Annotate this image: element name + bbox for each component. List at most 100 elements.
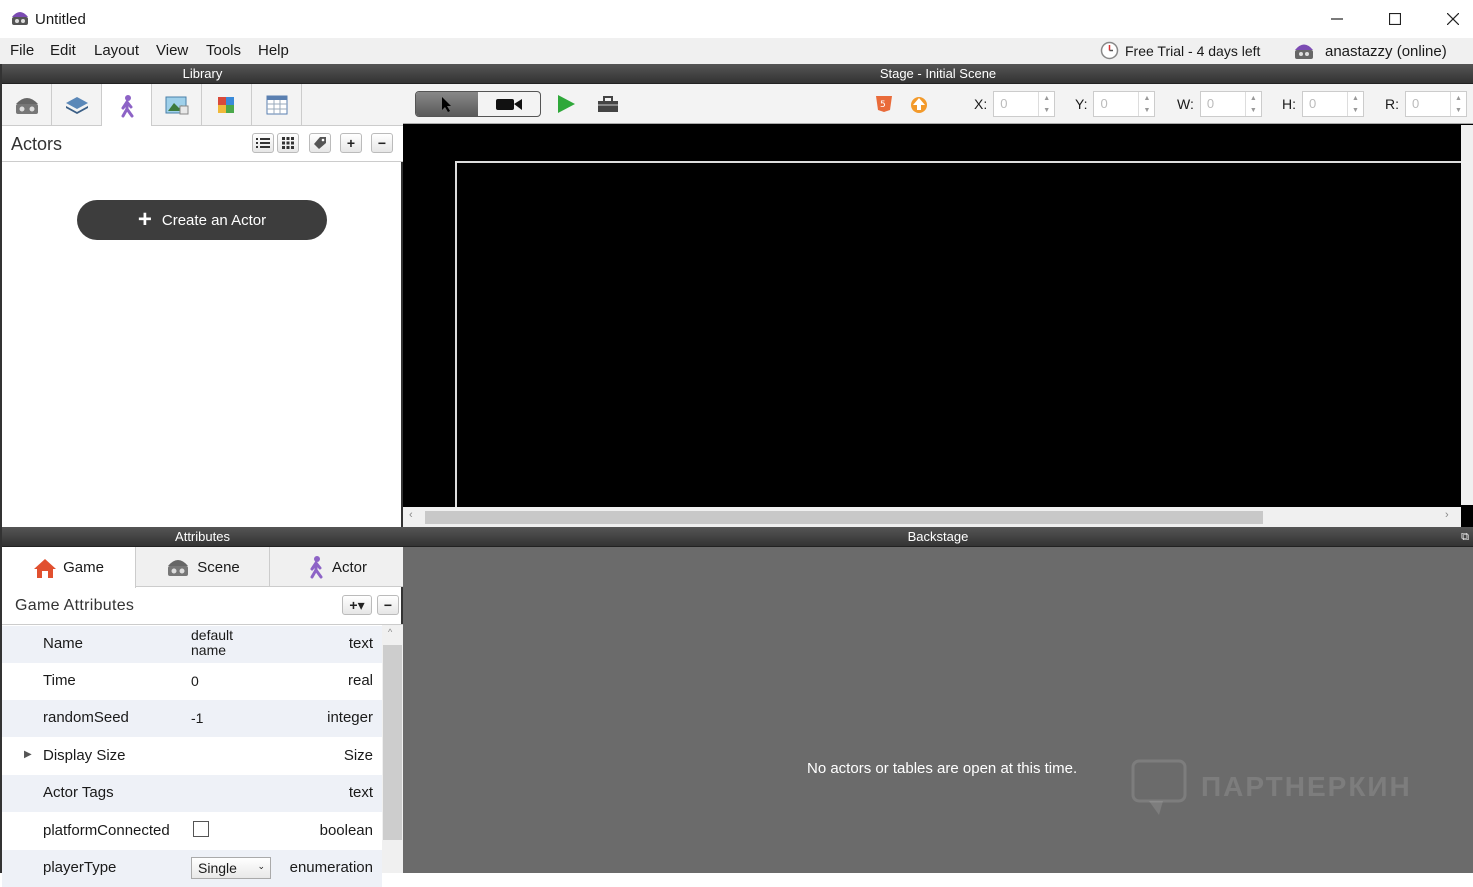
stage-scroll-thumb[interactable] [425, 511, 1263, 524]
maximize-button[interactable] [1366, 0, 1424, 38]
stage-header: Stage - Initial Scene [403, 64, 1473, 84]
play-icon [558, 95, 575, 113]
maximize-icon [1389, 13, 1401, 25]
w-field-group: W: 0 ▲ ▼ [1177, 91, 1262, 117]
scene-icon [168, 560, 189, 576]
attributes-scroll-thumb[interactable] [383, 645, 402, 840]
stage-vertical-scrollbar[interactable] [1461, 125, 1473, 505]
r-spinner[interactable]: ▲ ▼ [1450, 92, 1466, 116]
trial-status[interactable]: Free Trial - 4 days left [1100, 41, 1260, 60]
minus-icon: − [383, 597, 393, 613]
camera-mode-button[interactable] [478, 92, 540, 116]
h-field-group: H: 0 ▲ ▼ [1282, 91, 1364, 117]
menu-edit[interactable]: Edit [50, 42, 76, 59]
game-attributes-title: Game Attributes [15, 597, 135, 614]
minimize-button[interactable] [1308, 0, 1366, 38]
scene-tab-icon [15, 98, 38, 114]
tab-actor-label: Actor [331, 558, 367, 576]
tab-game[interactable]: Game [2, 547, 136, 588]
remove-actor-button[interactable]: − [371, 133, 393, 153]
grid-view-icon [282, 137, 294, 149]
library-tabs [2, 84, 403, 127]
y-label: Y: [1075, 96, 1088, 112]
test-device-button[interactable] [596, 94, 620, 117]
play-button[interactable] [555, 93, 577, 118]
h-spinner[interactable]: ▲ ▼ [1347, 92, 1363, 116]
watermark-logo-icon [1131, 759, 1187, 815]
actor-tab-icon [121, 94, 133, 117]
minus-icon: − [377, 135, 387, 151]
tileset-tab-icon [217, 97, 234, 113]
minimize-icon [1331, 18, 1343, 20]
platform-connected-checkbox[interactable] [193, 821, 209, 837]
tab-tilesets[interactable] [202, 84, 252, 126]
user-status[interactable]: anastazzy (online) [1293, 41, 1447, 61]
remove-attribute-button[interactable]: − [377, 595, 399, 615]
scroll-right-icon[interactable]: › [1445, 509, 1449, 521]
window-title: Untitled [35, 11, 86, 28]
list-view-button[interactable] [252, 133, 274, 153]
select-mode-button[interactable] [416, 92, 478, 116]
actors-title: Actors [11, 134, 63, 154]
tab-game-label: Game [63, 559, 104, 576]
trial-text: Free Trial - 4 days left [1125, 42, 1261, 59]
tab-scenes[interactable] [2, 84, 52, 126]
toolbox-icon [598, 96, 618, 112]
add-actor-button[interactable]: + [340, 133, 362, 153]
scroll-left-icon[interactable]: ‹ [409, 509, 413, 521]
attribute-row[interactable]: platformConnected boolean [2, 813, 382, 850]
cursor-arrow-icon [442, 97, 451, 112]
y-spinner[interactable]: ▲ ▼ [1138, 92, 1154, 116]
menu-view[interactable]: View [156, 42, 188, 59]
tab-scene[interactable]: Scene [136, 547, 270, 587]
w-input[interactable]: 0 ▲ ▼ [1199, 91, 1262, 117]
grid-view-button[interactable] [277, 133, 299, 153]
tab-actor[interactable]: Actor [270, 547, 404, 587]
title-bar: Untitled [0, 0, 1473, 38]
scene-canvas[interactable] [455, 161, 1463, 507]
create-actor-label: Create an Actor [161, 211, 267, 229]
h-input[interactable]: 0 ▲ ▼ [1302, 91, 1364, 117]
stage-panel: Stage - Initial Scene 5 X: 0 ▲ ▼ Y: 0 ▲ … [403, 64, 1473, 527]
y-input[interactable]: 0 ▲ ▼ [1093, 91, 1156, 117]
r-input[interactable]: 0 ▲ ▼ [1405, 91, 1467, 117]
library-panel: Library Actors + − + Create an Actor [0, 64, 403, 527]
attribute-row[interactable]: playerType Single ⌄ enumeration [2, 850, 382, 887]
scroll-up-icon[interactable]: ^ [388, 627, 392, 637]
stage-horizontal-scrollbar[interactable]: ‹ › [403, 507, 1461, 527]
menu-layout[interactable]: Layout [94, 42, 139, 59]
menu-file[interactable]: File [10, 42, 34, 59]
plus-icon: + [346, 135, 356, 151]
expand-arrow-icon[interactable]: ▶ [24, 749, 32, 760]
create-actor-button[interactable]: + Create an Actor [77, 200, 327, 240]
tag-button[interactable] [309, 133, 331, 153]
tab-images[interactable] [152, 84, 202, 126]
attribute-row[interactable]: Time 0 real [2, 663, 382, 700]
x-input[interactable]: 0 ▲ ▼ [993, 91, 1056, 117]
x-spinner[interactable]: ▲ ▼ [1038, 92, 1054, 116]
backstage-header: Backstage ⧉ [403, 527, 1473, 547]
home-icon [34, 558, 57, 578]
chevron-down-icon: ⌄ [257, 861, 265, 871]
tab-actors[interactable] [102, 84, 152, 127]
close-button[interactable] [1424, 0, 1473, 38]
menu-help[interactable]: Help [258, 42, 289, 59]
player-type-select[interactable]: Single ⌄ [191, 857, 271, 879]
attribute-row[interactable]: ▶ Display Size Size [2, 738, 382, 775]
publish-button[interactable] [908, 94, 930, 117]
w-spinner[interactable]: ▲ ▼ [1244, 92, 1261, 116]
attribute-row[interactable]: Actor Tags text [2, 775, 382, 812]
attribute-row[interactable]: randomSeed -1 integer [2, 700, 382, 737]
add-attribute-button[interactable]: +▾ [342, 595, 372, 615]
attributes-scrollbar[interactable]: ^ [382, 625, 403, 873]
tab-layers[interactable] [52, 84, 102, 126]
game-attributes-toolbar: Game Attributes +▾ − [2, 587, 403, 625]
html5-button[interactable]: 5 [873, 94, 895, 117]
attribute-row[interactable]: Name default name text [2, 626, 382, 663]
html5-icon: 5 [876, 96, 892, 112]
watermark: ПАРТНЕРКИН [1131, 757, 1412, 817]
restore-panel-icon[interactable]: ⧉ [1461, 527, 1469, 547]
list-view-icon [256, 138, 270, 148]
tab-tables[interactable] [252, 84, 302, 126]
menu-tools[interactable]: Tools [206, 42, 241, 59]
